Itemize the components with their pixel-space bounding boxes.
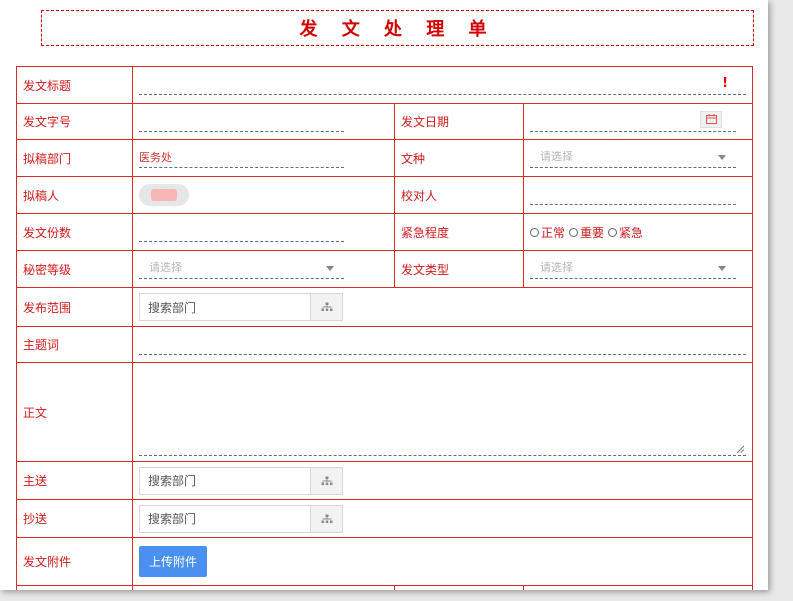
- row-copies: 发文份数 紧急程度 正常 重要 紧急: [16, 213, 754, 251]
- urgency-option-normal[interactable]: 正常: [530, 224, 565, 241]
- calendar-icon[interactable]: [700, 110, 723, 128]
- label-urgency: 紧急程度: [394, 213, 524, 251]
- doc-type-select[interactable]: 请选择: [530, 259, 737, 279]
- label-copies: 发文份数: [16, 213, 133, 251]
- label-doc-title: 发文标题: [16, 66, 133, 104]
- doc-kind-select[interactable]: 请选择: [530, 148, 737, 168]
- label-main-send: 主送: [16, 461, 133, 500]
- dispatch-form: 发文标题 ! 发文字号 发文日期 拟稿部门 医务处 文种 请选择 拟稿人 校对人…: [16, 66, 754, 590]
- org-tree-icon[interactable]: [311, 505, 342, 532]
- drafter-chip[interactable]: [139, 184, 189, 206]
- urgency-urgent-label: 紧急: [619, 225, 644, 240]
- urgency-important-label: 重要: [580, 225, 605, 240]
- keywords-input[interactable]: [139, 335, 747, 355]
- label-draft-dept: 拟稿部门: [16, 139, 133, 177]
- urgency-option-important[interactable]: 重要: [569, 224, 604, 241]
- cc-send-search-input[interactable]: 搜索部门: [140, 505, 311, 532]
- radio-circle-icon[interactable]: [530, 227, 539, 237]
- row-scope: 发布范围 搜索部门: [16, 287, 754, 327]
- secrecy-placeholder: 请选择: [149, 261, 182, 274]
- proofreader-input[interactable]: [530, 185, 737, 205]
- label-doc-date: 发文日期: [394, 103, 524, 140]
- org-tree-icon[interactable]: [311, 294, 342, 320]
- label-drafter: 拟稿人: [16, 176, 133, 214]
- main-send-search-input[interactable]: 搜索部门: [140, 467, 311, 494]
- drafter-avatar: [151, 189, 177, 201]
- row-next: [16, 585, 754, 590]
- doc-type-placeholder: 请选择: [540, 261, 573, 274]
- row-cc-send: 抄送 搜索部门: [16, 499, 754, 538]
- body-textarea[interactable]: [139, 366, 747, 456]
- form-title-box: 发 文 处 理 单: [41, 10, 754, 46]
- doc-date-input[interactable]: [530, 110, 737, 132]
- cc-send-dept-picker[interactable]: 搜索部门: [139, 504, 343, 533]
- urgency-normal-label: 正常: [541, 225, 566, 240]
- radio-circle-icon[interactable]: [608, 227, 618, 237]
- label-proofreader: 校对人: [394, 176, 524, 214]
- label-scope: 发布范围: [16, 287, 133, 327]
- row-body: 正文: [16, 362, 754, 462]
- label-doc-number: 发文字号: [16, 103, 133, 140]
- scope-search-input[interactable]: 搜索部门: [140, 294, 311, 320]
- urgency-radio-group: 正常 重要 紧急: [524, 224, 752, 241]
- copies-input[interactable]: [139, 222, 344, 242]
- chevron-down-icon: [326, 266, 334, 271]
- doc-kind-placeholder: 请选择: [540, 150, 573, 163]
- chevron-down-icon: [718, 266, 727, 271]
- row-drafter: 拟稿人 校对人: [16, 176, 754, 214]
- radio-circle-icon[interactable]: [569, 227, 579, 237]
- row-doc-number: 发文字号 发文日期: [16, 103, 754, 140]
- label-doc-kind: 文种: [394, 139, 524, 177]
- label-body: 正文: [16, 362, 133, 462]
- row-attachment: 发文附件 上传附件: [16, 537, 754, 586]
- draft-dept-input[interactable]: 医务处: [139, 148, 344, 168]
- label-attachment: 发文附件: [16, 537, 133, 586]
- urgency-option-urgent[interactable]: 紧急: [608, 224, 643, 241]
- main-send-dept-picker[interactable]: 搜索部门: [139, 466, 343, 495]
- label-keywords: 主题词: [16, 326, 133, 363]
- chevron-down-icon: [718, 155, 727, 160]
- row-keywords: 主题词: [16, 326, 754, 363]
- form-title: 发 文 处 理 单: [299, 19, 496, 40]
- scope-dept-picker[interactable]: 搜索部门: [139, 293, 343, 321]
- row-secrecy: 秘密等级 请选择 发文类型 请选择: [16, 250, 754, 288]
- draft-dept-value: 医务处: [139, 151, 172, 164]
- row-doc-title: 发文标题 !: [16, 66, 754, 104]
- row-draft-dept: 拟稿部门 医务处 文种 请选择: [16, 139, 754, 177]
- resize-handle-icon[interactable]: [736, 445, 745, 453]
- form-paper: 发 文 处 理 单 发文标题 ! 发文字号 发文日期 拟稿部门 医务处 文种 请…: [0, 0, 768, 590]
- label-cc-send: 抄送: [16, 499, 133, 538]
- org-tree-icon[interactable]: [311, 467, 342, 494]
- required-mark: !: [722, 76, 729, 91]
- row-main-send: 主送 搜索部门: [16, 461, 754, 500]
- upload-attachment-button[interactable]: 上传附件: [139, 546, 208, 577]
- secrecy-select[interactable]: 请选择: [139, 259, 344, 279]
- label-secrecy: 秘密等级: [16, 250, 133, 288]
- label-doc-type: 发文类型: [394, 250, 524, 288]
- doc-title-input[interactable]: !: [139, 75, 747, 95]
- doc-number-input[interactable]: [139, 112, 344, 132]
